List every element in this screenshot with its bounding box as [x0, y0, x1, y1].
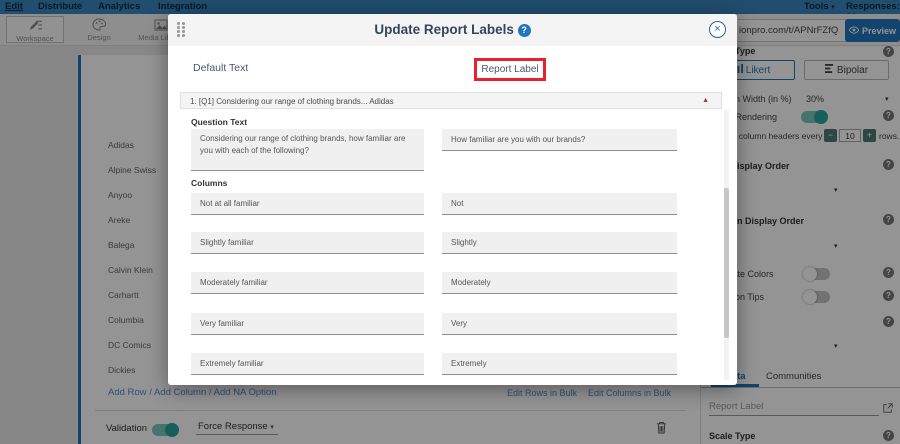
update-report-labels-modal: Update Report Labels ? × Default Text Re… — [168, 14, 737, 385]
column-default-text-input[interactable] — [191, 353, 424, 375]
modal-title: Update Report Labels ? — [168, 22, 737, 37]
default-text-column-header: Default Text — [193, 62, 248, 74]
column-default-text-input[interactable] — [191, 232, 424, 254]
questionpro-app: Edit Distribute Analytics Integration To… — [0, 0, 900, 444]
help-icon[interactable]: ? — [518, 24, 531, 37]
column-report-label-input[interactable] — [442, 232, 677, 254]
question-accordion-header[interactable]: 1. [Q1] Considering our range of clothin… — [180, 92, 722, 109]
report-label-highlight-box: Report Label — [474, 58, 546, 81]
column-report-label-input[interactable] — [442, 193, 677, 215]
column-report-label-input[interactable] — [442, 313, 677, 335]
modal-header: Update Report Labels ? × — [168, 14, 737, 46]
close-icon[interactable]: × — [709, 21, 726, 38]
column-report-label-input[interactable] — [442, 353, 677, 375]
question-report-label-input[interactable] — [442, 129, 677, 151]
column-default-text-input[interactable] — [191, 193, 424, 215]
modal-title-text: Update Report Labels — [374, 22, 514, 37]
question-accordion-title: 1. [Q1] Considering our range of clothin… — [190, 97, 394, 106]
column-default-text-input[interactable] — [191, 272, 424, 294]
question-text-section-label: Question Text — [191, 117, 247, 127]
column-default-text-input[interactable] — [191, 313, 424, 335]
modal-scrollbar-thumb[interactable] — [724, 188, 729, 338]
collapse-icon[interactable]: ▲ — [702, 97, 709, 104]
column-report-label-input[interactable] — [442, 272, 677, 294]
columns-section-label: Columns — [191, 178, 227, 188]
report-label-column-header: Report Label — [481, 64, 538, 75]
question-default-text-input[interactable]: Considering our range of clothing brands… — [191, 129, 424, 171]
